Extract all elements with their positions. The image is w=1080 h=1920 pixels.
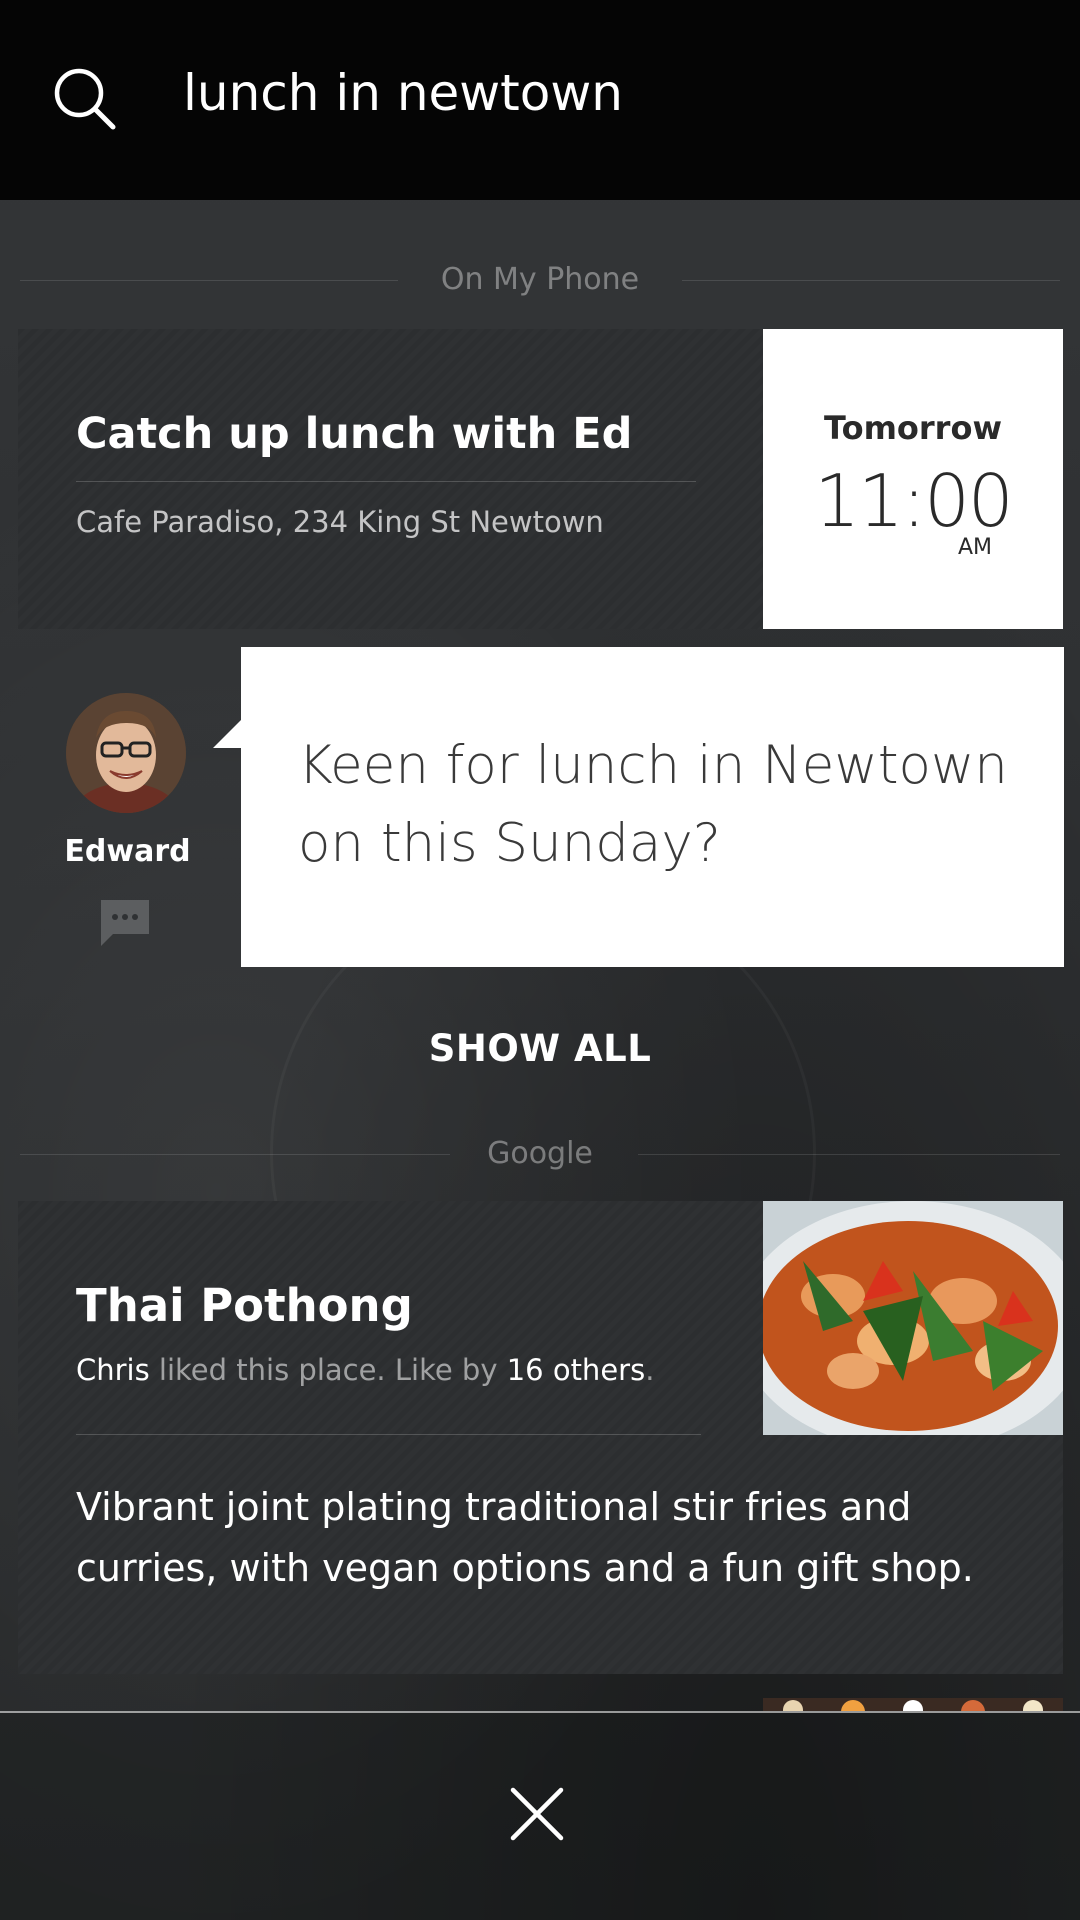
message-bubble-tail (213, 718, 243, 748)
section-header-on-my-phone: On My Phone (20, 258, 1060, 302)
social-end: . (645, 1353, 655, 1387)
place-photo[interactable] (763, 1201, 1063, 1435)
section-label: On My Phone (440, 262, 640, 297)
message-text: Keen for lunch in Newtown on this Sunday… (298, 735, 1008, 874)
message-bubble[interactable]: Keen for lunch in Newtown on this Sunday… (241, 647, 1064, 967)
divider (76, 1434, 701, 1435)
friend-name[interactable]: Chris (76, 1353, 150, 1387)
place-social-line: Chris liked this place. Like by 16 other… (76, 1353, 654, 1387)
calendar-event-card[interactable]: Catch up lunch with Ed Cafe Paradiso, 23… (18, 329, 763, 629)
event-title: Catch up lunch with Ed (76, 409, 633, 459)
avatar[interactable] (66, 693, 186, 813)
search-icon[interactable] (52, 66, 118, 132)
event-ampm: AM (958, 535, 993, 560)
sender-name: Edward (64, 834, 191, 869)
others-count[interactable]: 16 others (507, 1353, 646, 1387)
search-input[interactable]: lunch in newtown (183, 64, 623, 122)
section-label: Google (487, 1136, 593, 1171)
close-icon[interactable] (510, 1787, 564, 1841)
divider (76, 481, 696, 482)
next-result-photo[interactable] (763, 1697, 1063, 1711)
chat-bubble-icon[interactable] (99, 898, 151, 948)
search-bar[interactable]: lunch in newtown (0, 0, 1080, 200)
event-time: 11:00 (814, 459, 1014, 543)
place-description: Vibrant joint plating traditional stir f… (76, 1485, 974, 1590)
place-name: Thai Pothong (76, 1279, 413, 1332)
event-day: Tomorrow (824, 409, 1002, 447)
social-text: liked this place. Like by (149, 1353, 507, 1387)
section-header-google: Google (20, 1132, 1060, 1176)
event-time-box[interactable]: Tomorrow 11:00 AM (763, 329, 1063, 629)
event-location: Cafe Paradiso, 234 King St Newtown (76, 505, 604, 539)
show-all-button[interactable]: SHOW ALL (0, 1027, 1080, 1070)
